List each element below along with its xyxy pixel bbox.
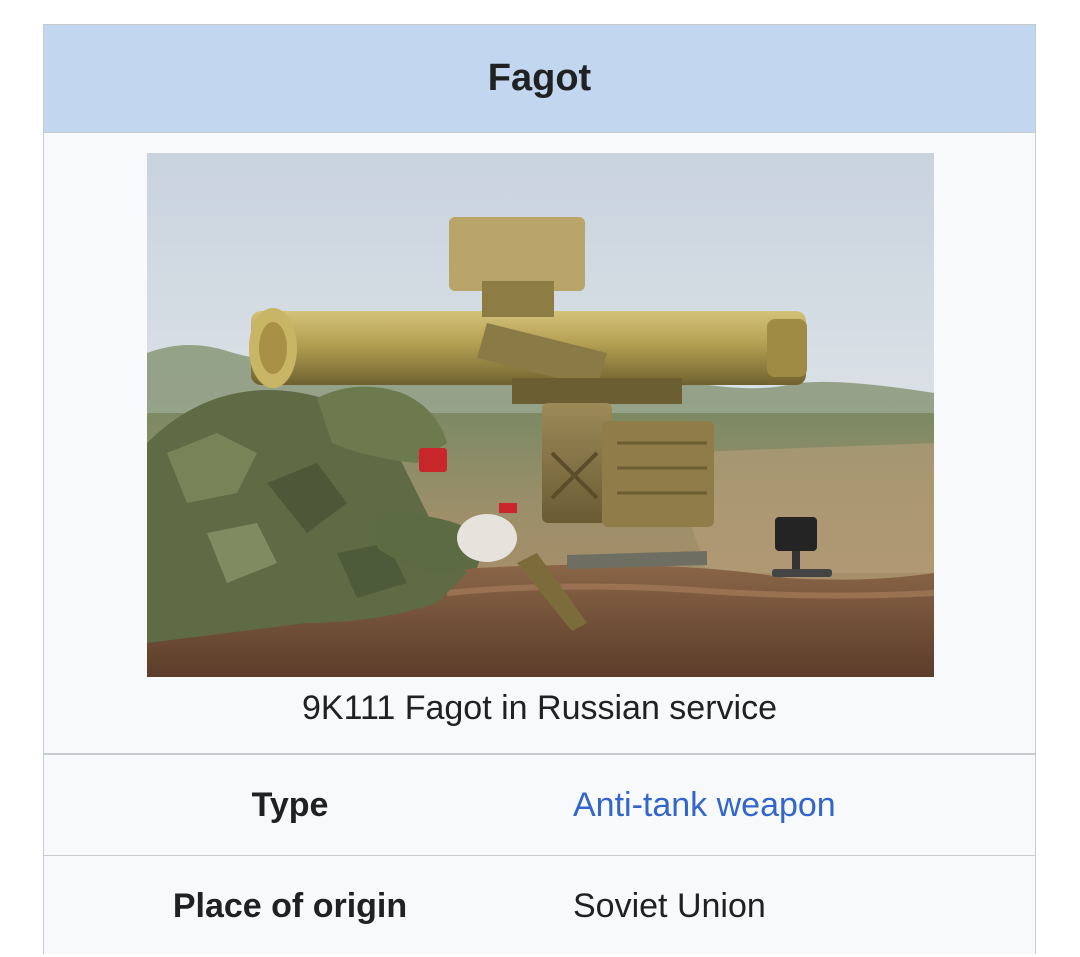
row-label-type: Type [251,785,329,824]
infobox-row-place-of-origin: Place of origin Soviet Union [44,856,1035,957]
infobox-image[interactable] [147,153,934,677]
row-value-place-of-origin: Soviet Union [573,887,766,925]
anti-tank-weapon-link[interactable]: Anti-tank weapon [536,786,836,825]
infobox-row-type: Type Anti-tank weapon [44,755,1035,856]
infobox-title: Fagot [44,25,1035,133]
infobox-image-cell: 9K111 Fagot in Russian service [44,133,1035,755]
image-caption: 9K111 Fagot in Russian service [302,689,777,727]
infobox: Fagot 9K111 Fagot in Russian service Typ… [43,24,1036,954]
row-label-place-of-origin: Place of origin [172,887,408,925]
